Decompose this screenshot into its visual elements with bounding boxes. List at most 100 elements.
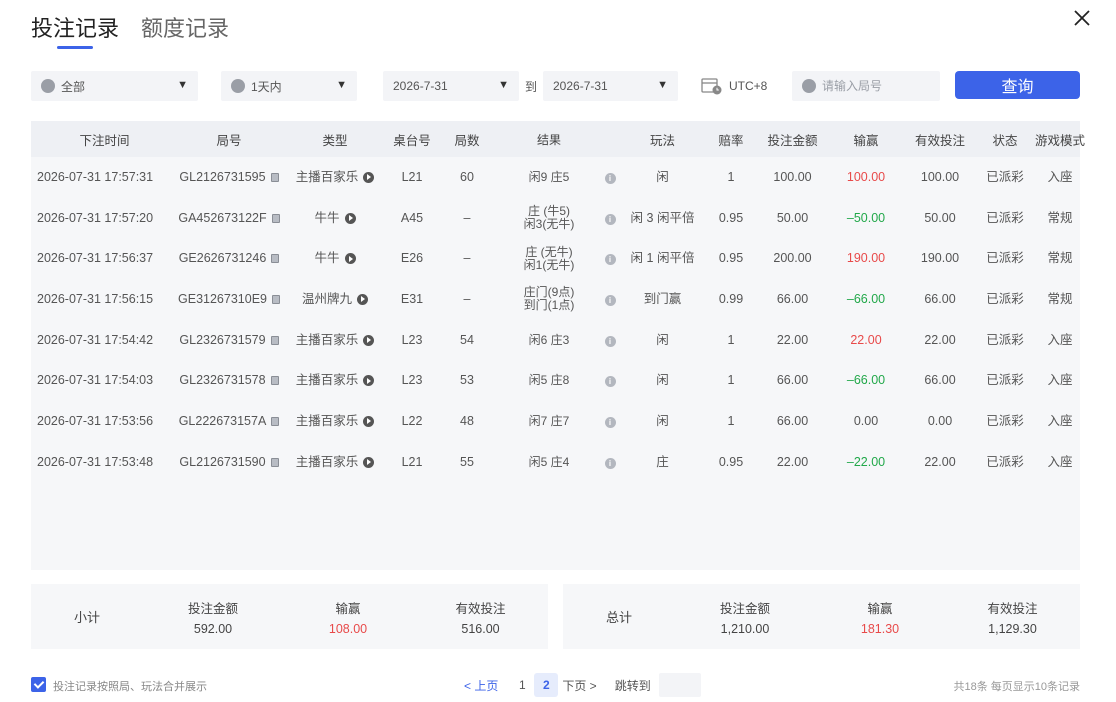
chevron-down-icon: ▼ xyxy=(657,79,668,91)
cell-odds: 1 xyxy=(727,373,735,388)
round-no-text: GL2126731595 xyxy=(179,169,266,184)
cell-status: 已派彩 xyxy=(986,251,1024,266)
play-video-icon[interactable] xyxy=(344,253,356,265)
merge-display-checkbox[interactable] xyxy=(31,677,46,692)
prev-page-button[interactable]: < 上页 xyxy=(464,677,498,694)
info-icon[interactable]: i xyxy=(604,376,616,388)
copy-icon[interactable] xyxy=(270,376,279,386)
timezone-selector[interactable]: UTC+8 xyxy=(701,71,767,101)
total-label: 总计 xyxy=(605,610,632,625)
cell-bet-amount: 66.00 xyxy=(776,291,809,306)
cell-bet-amount: 66.00 xyxy=(776,373,809,388)
cell-valid-bet: 190.00 xyxy=(920,251,960,266)
copy-icon[interactable] xyxy=(271,416,280,426)
cell-odds: 0.95 xyxy=(718,454,744,469)
next-page-button[interactable]: 下页 > xyxy=(562,677,596,694)
cell-odds: 0.99 xyxy=(718,291,744,306)
copy-icon[interactable] xyxy=(270,457,279,467)
info-icon[interactable]: i xyxy=(604,416,616,428)
info-icon[interactable]: i xyxy=(604,172,616,184)
query-button[interactable]: 查询 xyxy=(955,71,1080,99)
close-icon[interactable] xyxy=(1072,8,1092,28)
result-line-1: 闲6 庄3 xyxy=(528,332,570,347)
total-valid-value: 1,129.30 xyxy=(988,621,1037,636)
copy-icon[interactable] xyxy=(271,213,280,223)
cell-round-count: 55 xyxy=(460,454,474,469)
cell-win-loss: 0.00 xyxy=(853,413,879,428)
copy-icon[interactable] xyxy=(271,294,280,304)
cell-bet-amount: 50.00 xyxy=(776,210,809,225)
cell-round-no: GL2326731579 xyxy=(172,333,286,347)
cell-round-no: GL2126731595 xyxy=(172,169,286,184)
cell-game-mode: 入座 xyxy=(1047,169,1073,184)
cell-status: 已派彩 xyxy=(986,332,1024,347)
play-video-icon[interactable] xyxy=(363,334,375,346)
result-line-2: 闲1(无牛) xyxy=(523,257,575,272)
subtotal-valid: 有效投注 516.00 xyxy=(413,598,548,636)
type-text: 主播百家乐 xyxy=(295,169,359,184)
total-valid-label: 有效投注 xyxy=(987,601,1038,616)
info-icon[interactable]: i xyxy=(604,254,616,266)
info-icon[interactable]: i xyxy=(604,294,616,306)
pagination: < 上页 1 2 下页 > 跳转到 xyxy=(464,672,701,698)
cell-result: 庄门(9点) 到门(1点) xyxy=(494,286,604,312)
cell-table-no: L23 xyxy=(401,373,423,388)
copy-icon[interactable] xyxy=(271,254,280,264)
calendar-clock-icon xyxy=(701,78,722,95)
record-count: 共18条 每页显示10条记录 xyxy=(953,681,1080,693)
cell-table-no: L21 xyxy=(401,454,423,469)
range-select[interactable]: 1天内 ▼ xyxy=(221,71,357,101)
table-row: 2026-07-31 17:53:56 GL222673157A 主播百家乐 L22 4… xyxy=(31,401,1080,442)
table-row: 2026-07-31 17:57:20 GA452673122F 牛牛 A45 – 庄 (… xyxy=(31,197,1080,239)
play-video-icon[interactable] xyxy=(363,171,375,183)
merge-display-label: 投注记录按照局、玩法合并展示 xyxy=(53,681,207,693)
cell-status: 已派彩 xyxy=(986,210,1024,225)
play-video-icon[interactable] xyxy=(357,293,368,305)
result-line-1: 闲5 庄8 xyxy=(528,373,570,388)
cell-type: 主播百家乐 xyxy=(286,413,384,428)
play-video-icon[interactable] xyxy=(363,415,375,427)
copy-icon[interactable] xyxy=(270,172,279,182)
cell-valid-bet: 66.00 xyxy=(924,291,956,306)
page-2-button[interactable]: 2 xyxy=(534,673,559,697)
round-no-text: GL2126731590 xyxy=(179,454,266,469)
cell-valid-bet: 66.00 xyxy=(924,373,956,388)
play-video-icon[interactable] xyxy=(344,212,356,224)
cell-result-info: i xyxy=(604,171,616,184)
subtotal-win-label: 输赢 xyxy=(335,601,361,616)
scope-select[interactable]: 全部 ▼ xyxy=(31,71,198,101)
type-text: 主播百家乐 xyxy=(295,413,359,428)
subtotal-valid-label: 有效投注 xyxy=(455,601,506,616)
col-win-loss: 输赢 xyxy=(853,133,879,148)
cell-bet-time: 2026-07-31 17:57:20 xyxy=(37,210,154,225)
play-video-icon[interactable] xyxy=(363,456,375,468)
info-icon[interactable]: i xyxy=(604,457,616,469)
table-row: 2026-07-31 17:56:37 GE2626731246 牛牛 E26 – 庄 (… xyxy=(31,238,1080,280)
col-play: 玩法 xyxy=(649,133,675,148)
start-date-select[interactable]: 2026-7-31 ▼ xyxy=(383,71,519,101)
info-icon[interactable]: i xyxy=(604,335,616,347)
result-line-2: 闲3(无牛) xyxy=(523,217,575,232)
round-search-field[interactable] xyxy=(792,71,940,101)
cell-result: 闲7 庄7 xyxy=(494,414,604,428)
cell-result-info: i xyxy=(604,374,616,388)
play-video-icon[interactable] xyxy=(363,375,375,387)
table-header: 下注时间 局号 类型 桌台号 局数 结果 玩法 赔率 投注金额 输赢 有效投注 … xyxy=(31,121,1085,157)
jump-page-input[interactable] xyxy=(658,673,701,697)
total-win-label: 输赢 xyxy=(867,601,893,616)
copy-icon[interactable] xyxy=(270,335,279,345)
end-date-select[interactable]: 2026-7-31 ▼ xyxy=(543,71,678,101)
info-icon[interactable]: i xyxy=(604,213,616,225)
page-1-button[interactable]: 1 xyxy=(510,673,534,697)
tab-bet-records[interactable]: 投注记录 xyxy=(31,14,119,49)
cell-result-info: i xyxy=(604,415,616,428)
round-search-input[interactable] xyxy=(822,79,932,93)
table-body: 2026-07-31 17:57:31 GL2126731595 主播百家乐 L21 6… xyxy=(31,157,1080,483)
cell-odds: 0.95 xyxy=(718,251,744,266)
cell-bet-time: 2026-07-31 17:54:42 xyxy=(37,332,154,347)
tab-quota-records[interactable]: 额度记录 xyxy=(141,14,229,44)
cell-odds: 1 xyxy=(727,413,735,428)
cell-play: 到门赢 xyxy=(643,291,682,306)
col-type: 类型 xyxy=(322,133,348,148)
col-odds: 赔率 xyxy=(718,133,744,148)
